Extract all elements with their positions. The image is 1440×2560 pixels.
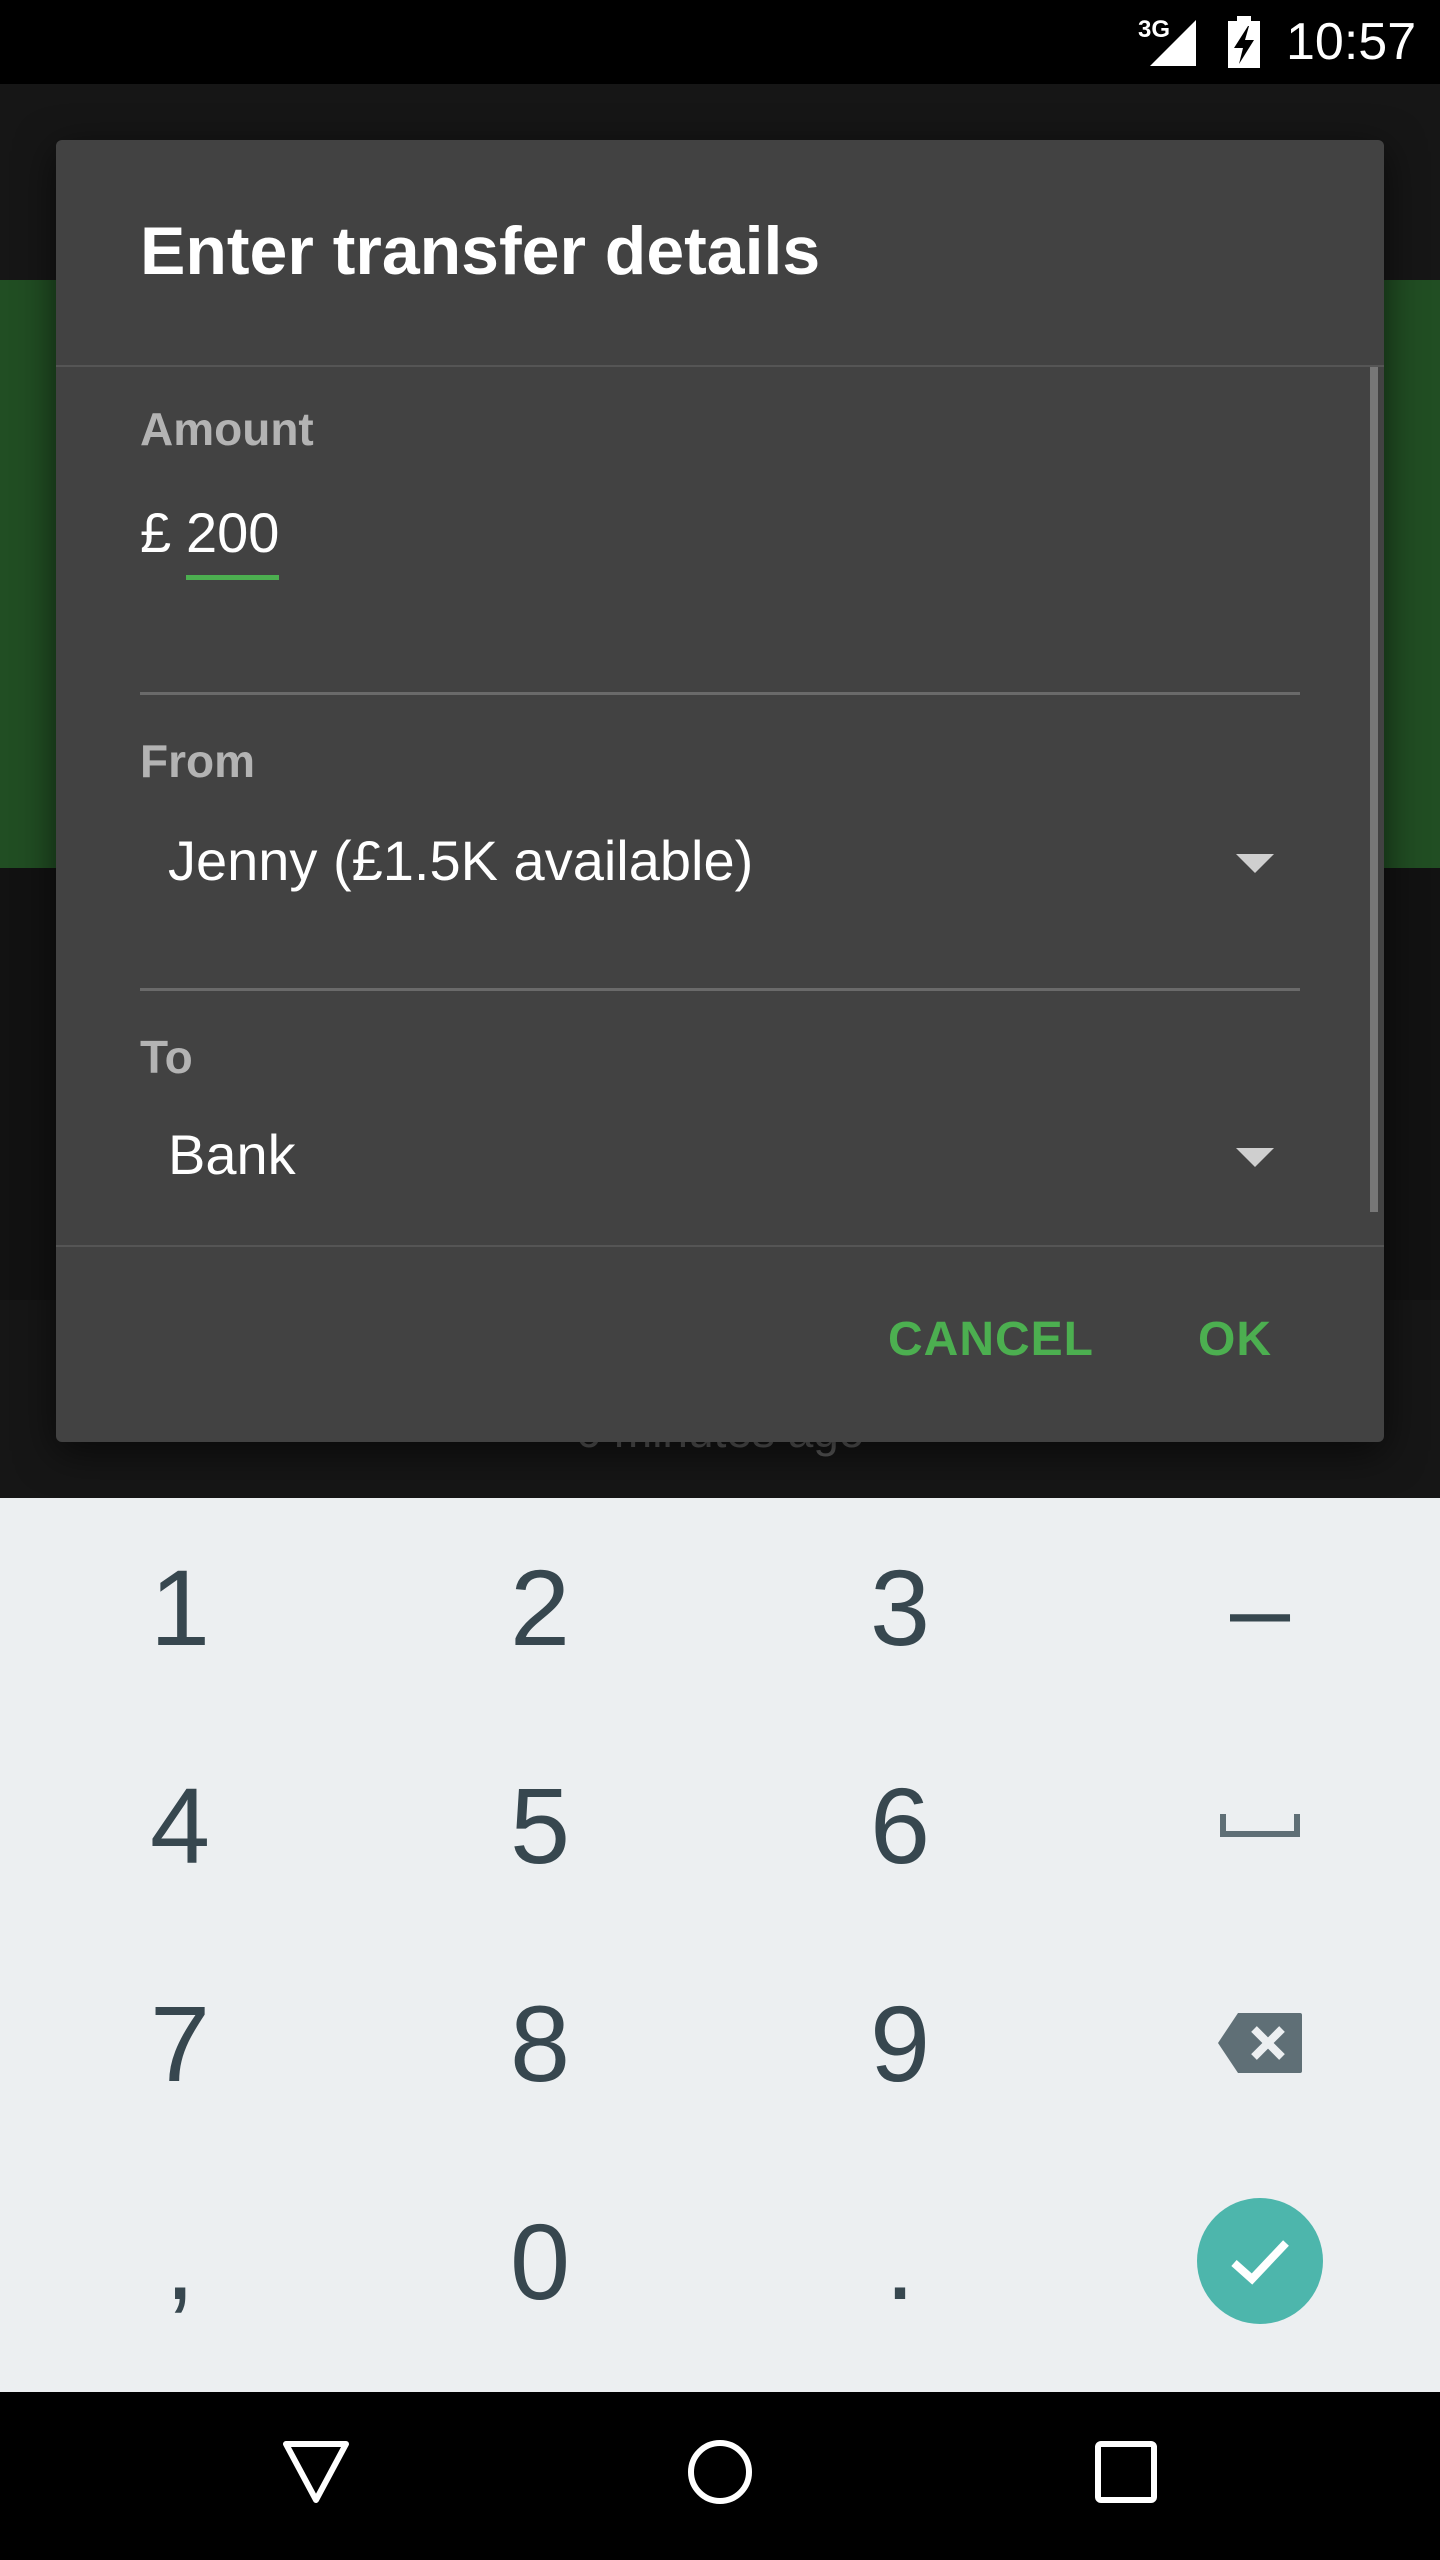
status-bar: 3G 10:57 — [0, 0, 1440, 84]
key-4[interactable]: 4 — [0, 1716, 360, 1934]
key-space[interactable] — [1080, 1716, 1440, 1934]
navigation-bar — [0, 2392, 1440, 2560]
amount-label: Amount — [140, 403, 314, 455]
from-account-value: Jenny (£1.5K available) — [168, 829, 754, 892]
clock: 10:57 — [1286, 13, 1417, 71]
currency-symbol: £ — [140, 501, 172, 564]
key-6[interactable]: 6 — [720, 1716, 1080, 1934]
cancel-button[interactable]: CANCEL — [888, 1312, 1094, 1367]
dialog-scrollbar[interactable] — [1370, 367, 1378, 1212]
key-period[interactable]: . — [720, 2152, 1080, 2370]
done-icon — [1231, 2240, 1289, 2285]
key-comma[interactable]: , — [0, 2152, 360, 2370]
divider — [140, 692, 1300, 695]
dialog-title: Enter transfer details — [140, 213, 821, 289]
screen: 3G 10:57 6 minutes ago Enter transfer de… — [0, 0, 1440, 2560]
back-icon[interactable] — [282, 2438, 350, 2511]
home-icon[interactable] — [686, 2438, 754, 2511]
key-0[interactable]: 0 — [360, 2152, 720, 2370]
from-label: From — [140, 735, 255, 787]
backspace-icon — [1218, 2013, 1302, 2073]
signal-icon — [1148, 18, 1198, 73]
divider — [56, 365, 1384, 367]
key-1[interactable]: 1 — [0, 1498, 360, 1716]
from-account-dropdown[interactable]: Jenny (£1.5K available) — [168, 812, 1298, 912]
key-7[interactable]: 7 — [0, 1934, 360, 2152]
key-3[interactable]: 3 — [720, 1498, 1080, 1716]
recents-icon[interactable] — [1092, 2438, 1160, 2511]
to-account-value: Bank — [168, 1123, 296, 1186]
key-8[interactable]: 8 — [360, 1934, 720, 2152]
transfer-dialog: Enter transfer details Amount £ 200 From… — [56, 140, 1384, 1442]
amount-input[interactable]: 200 — [186, 500, 280, 580]
divider — [56, 1245, 1384, 1247]
key-minus[interactable]: – — [1080, 1498, 1440, 1716]
key-backspace[interactable] — [1080, 1934, 1440, 2152]
key-done[interactable] — [1080, 2152, 1440, 2370]
numeric-keyboard: 1 2 3 – 4 5 6 7 8 9 , 0 . — [0, 1498, 1440, 2392]
space-icon — [1220, 1814, 1300, 1837]
key-9[interactable]: 9 — [720, 1934, 1080, 2152]
dropdown-arrow-icon — [1236, 1148, 1274, 1167]
key-5[interactable]: 5 — [360, 1716, 720, 1934]
to-account-dropdown[interactable]: Bank — [168, 1106, 1298, 1206]
divider — [140, 988, 1300, 991]
key-2[interactable]: 2 — [360, 1498, 720, 1716]
battery-charging-icon — [1226, 16, 1262, 73]
ok-button[interactable]: OK — [1198, 1312, 1272, 1367]
to-label: To — [140, 1031, 193, 1083]
dropdown-arrow-icon — [1236, 854, 1274, 873]
done-button[interactable] — [1197, 2198, 1323, 2324]
